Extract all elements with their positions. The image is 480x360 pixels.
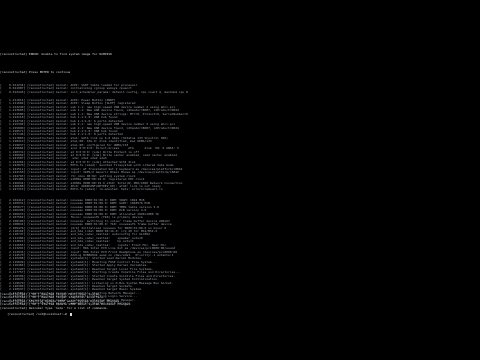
- shell-prompt-line[interactable]: [reconstructed] root@localhost:~#: [0, 310, 72, 320]
- service-log: [reconstructed] [ OK ] Reached target Mu…: [0, 293, 132, 310]
- terminal-screen[interactable]: [reconstructed] ERROR: Unable to find sy…: [0, 0, 480, 360]
- prompt-header: [reconstructed] Press ENTER to continue: [0, 71, 70, 74]
- log-line: [reconstructed] Press ENTER to continue: [0, 71, 71, 74]
- boot-header: [reconstructed] ERROR: Unable to find sy…: [0, 53, 112, 56]
- kernel-log: [ 1.211014] [reconstructed] kernel: ACPI…: [0, 99, 188, 192]
- log-line: [ 1.227315] [reconstructed] kernel: EXT4…: [0, 188, 163, 192]
- log-line: [reconstructed] ERROR: Unable to find sy…: [0, 53, 112, 56]
- driver-log: [ 2.104412] [reconstructed] kernel: nouv…: [0, 199, 181, 306]
- shell-prompt: [reconstructed] root@localhost:~#: [7, 312, 69, 317]
- text-cursor: [69, 313, 72, 317]
- init-log: [ 0.011234] [reconstructed] kernel: ACPI…: [0, 84, 188, 94]
- log-line: [ 0.012443] [reconstructed] kernel: init…: [0, 90, 188, 94]
